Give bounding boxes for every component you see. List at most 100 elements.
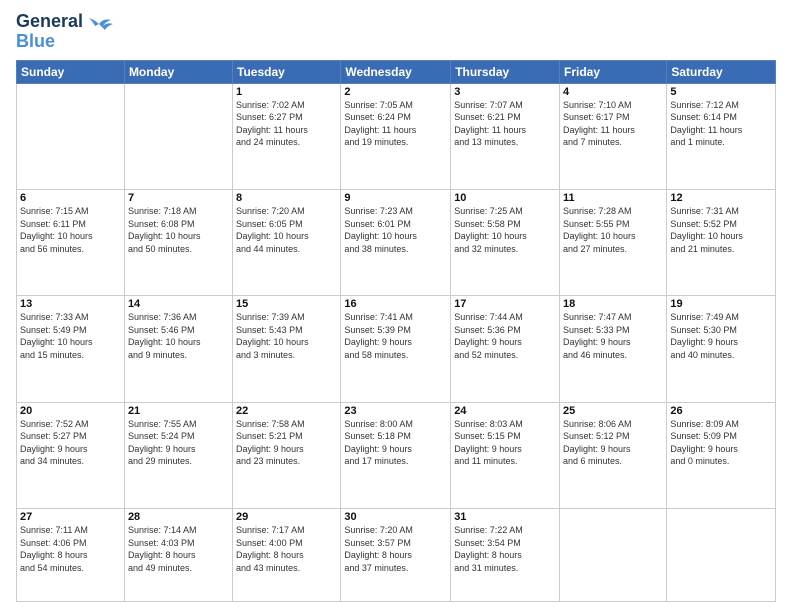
calendar-cell: 2Sunrise: 7:05 AM Sunset: 6:24 PM Daylig… bbox=[341, 83, 451, 189]
calendar-cell: 21Sunrise: 7:55 AM Sunset: 5:24 PM Dayli… bbox=[124, 402, 232, 508]
weekday-header: Thursday bbox=[451, 60, 560, 83]
calendar-cell: 4Sunrise: 7:10 AM Sunset: 6:17 PM Daylig… bbox=[560, 83, 667, 189]
day-number: 31 bbox=[454, 511, 556, 523]
calendar-cell: 15Sunrise: 7:39 AM Sunset: 5:43 PM Dayli… bbox=[233, 296, 341, 402]
day-number: 14 bbox=[128, 298, 229, 310]
day-info: Sunrise: 7:25 AM Sunset: 5:58 PM Dayligh… bbox=[454, 205, 556, 255]
day-info: Sunrise: 7:49 AM Sunset: 5:30 PM Dayligh… bbox=[670, 311, 772, 361]
day-info: Sunrise: 7:41 AM Sunset: 5:39 PM Dayligh… bbox=[344, 311, 447, 361]
day-number: 24 bbox=[454, 405, 556, 417]
calendar-cell: 8Sunrise: 7:20 AM Sunset: 6:05 PM Daylig… bbox=[233, 189, 341, 295]
day-info: Sunrise: 7:36 AM Sunset: 5:46 PM Dayligh… bbox=[128, 311, 229, 361]
day-number: 10 bbox=[454, 192, 556, 204]
day-number: 18 bbox=[563, 298, 663, 310]
calendar-cell: 9Sunrise: 7:23 AM Sunset: 6:01 PM Daylig… bbox=[341, 189, 451, 295]
day-info: Sunrise: 7:47 AM Sunset: 5:33 PM Dayligh… bbox=[563, 311, 663, 361]
day-number: 26 bbox=[670, 405, 772, 417]
day-info: Sunrise: 7:20 AM Sunset: 3:57 PM Dayligh… bbox=[344, 524, 447, 574]
logo: GeneralBlue bbox=[16, 12, 113, 52]
day-info: Sunrise: 7:28 AM Sunset: 5:55 PM Dayligh… bbox=[563, 205, 663, 255]
day-info: Sunrise: 8:03 AM Sunset: 5:15 PM Dayligh… bbox=[454, 418, 556, 468]
calendar-cell: 30Sunrise: 7:20 AM Sunset: 3:57 PM Dayli… bbox=[341, 508, 451, 601]
day-number: 11 bbox=[563, 192, 663, 204]
page-header: GeneralBlue bbox=[16, 12, 776, 52]
day-number: 7 bbox=[128, 192, 229, 204]
day-info: Sunrise: 7:05 AM Sunset: 6:24 PM Dayligh… bbox=[344, 99, 447, 149]
calendar-cell: 25Sunrise: 8:06 AM Sunset: 5:12 PM Dayli… bbox=[560, 402, 667, 508]
day-number: 22 bbox=[236, 405, 337, 417]
logo-text: GeneralBlue bbox=[16, 12, 83, 52]
calendar-cell: 12Sunrise: 7:31 AM Sunset: 5:52 PM Dayli… bbox=[667, 189, 776, 295]
day-info: Sunrise: 7:33 AM Sunset: 5:49 PM Dayligh… bbox=[20, 311, 121, 361]
calendar-table: SundayMondayTuesdayWednesdayThursdayFrid… bbox=[16, 60, 776, 602]
calendar-cell: 26Sunrise: 8:09 AM Sunset: 5:09 PM Dayli… bbox=[667, 402, 776, 508]
weekday-header: Monday bbox=[124, 60, 232, 83]
day-info: Sunrise: 7:52 AM Sunset: 5:27 PM Dayligh… bbox=[20, 418, 121, 468]
day-info: Sunrise: 7:12 AM Sunset: 6:14 PM Dayligh… bbox=[670, 99, 772, 149]
day-info: Sunrise: 7:17 AM Sunset: 4:00 PM Dayligh… bbox=[236, 524, 337, 574]
weekday-header: Saturday bbox=[667, 60, 776, 83]
calendar-cell bbox=[667, 508, 776, 601]
day-info: Sunrise: 7:31 AM Sunset: 5:52 PM Dayligh… bbox=[670, 205, 772, 255]
day-info: Sunrise: 7:02 AM Sunset: 6:27 PM Dayligh… bbox=[236, 99, 337, 149]
day-number: 4 bbox=[563, 86, 663, 98]
calendar-cell: 6Sunrise: 7:15 AM Sunset: 6:11 PM Daylig… bbox=[17, 189, 125, 295]
day-number: 21 bbox=[128, 405, 229, 417]
calendar-cell: 13Sunrise: 7:33 AM Sunset: 5:49 PM Dayli… bbox=[17, 296, 125, 402]
day-number: 23 bbox=[344, 405, 447, 417]
day-info: Sunrise: 7:18 AM Sunset: 6:08 PM Dayligh… bbox=[128, 205, 229, 255]
calendar-cell: 19Sunrise: 7:49 AM Sunset: 5:30 PM Dayli… bbox=[667, 296, 776, 402]
calendar-cell: 11Sunrise: 7:28 AM Sunset: 5:55 PM Dayli… bbox=[560, 189, 667, 295]
day-info: Sunrise: 7:22 AM Sunset: 3:54 PM Dayligh… bbox=[454, 524, 556, 574]
day-info: Sunrise: 7:14 AM Sunset: 4:03 PM Dayligh… bbox=[128, 524, 229, 574]
day-info: Sunrise: 7:39 AM Sunset: 5:43 PM Dayligh… bbox=[236, 311, 337, 361]
day-info: Sunrise: 8:09 AM Sunset: 5:09 PM Dayligh… bbox=[670, 418, 772, 468]
calendar-cell: 22Sunrise: 7:58 AM Sunset: 5:21 PM Dayli… bbox=[233, 402, 341, 508]
calendar-cell: 18Sunrise: 7:47 AM Sunset: 5:33 PM Dayli… bbox=[560, 296, 667, 402]
day-number: 29 bbox=[236, 511, 337, 523]
day-number: 12 bbox=[670, 192, 772, 204]
calendar-cell: 16Sunrise: 7:41 AM Sunset: 5:39 PM Dayli… bbox=[341, 296, 451, 402]
day-number: 17 bbox=[454, 298, 556, 310]
day-info: Sunrise: 7:07 AM Sunset: 6:21 PM Dayligh… bbox=[454, 99, 556, 149]
calendar-cell: 28Sunrise: 7:14 AM Sunset: 4:03 PM Dayli… bbox=[124, 508, 232, 601]
day-number: 5 bbox=[670, 86, 772, 98]
day-number: 8 bbox=[236, 192, 337, 204]
calendar-cell: 27Sunrise: 7:11 AM Sunset: 4:06 PM Dayli… bbox=[17, 508, 125, 601]
day-number: 16 bbox=[344, 298, 447, 310]
day-info: Sunrise: 8:00 AM Sunset: 5:18 PM Dayligh… bbox=[344, 418, 447, 468]
day-number: 6 bbox=[20, 192, 121, 204]
day-number: 13 bbox=[20, 298, 121, 310]
calendar-cell: 31Sunrise: 7:22 AM Sunset: 3:54 PM Dayli… bbox=[451, 508, 560, 601]
day-number: 28 bbox=[128, 511, 229, 523]
weekday-header: Friday bbox=[560, 60, 667, 83]
day-number: 1 bbox=[236, 86, 337, 98]
calendar-cell: 10Sunrise: 7:25 AM Sunset: 5:58 PM Dayli… bbox=[451, 189, 560, 295]
day-info: Sunrise: 7:10 AM Sunset: 6:17 PM Dayligh… bbox=[563, 99, 663, 149]
day-info: Sunrise: 8:06 AM Sunset: 5:12 PM Dayligh… bbox=[563, 418, 663, 468]
calendar-cell bbox=[124, 83, 232, 189]
day-info: Sunrise: 7:55 AM Sunset: 5:24 PM Dayligh… bbox=[128, 418, 229, 468]
calendar-cell: 7Sunrise: 7:18 AM Sunset: 6:08 PM Daylig… bbox=[124, 189, 232, 295]
day-info: Sunrise: 7:58 AM Sunset: 5:21 PM Dayligh… bbox=[236, 418, 337, 468]
calendar-cell: 20Sunrise: 7:52 AM Sunset: 5:27 PM Dayli… bbox=[17, 402, 125, 508]
weekday-header: Sunday bbox=[17, 60, 125, 83]
day-number: 19 bbox=[670, 298, 772, 310]
weekday-header: Wednesday bbox=[341, 60, 451, 83]
calendar-cell: 3Sunrise: 7:07 AM Sunset: 6:21 PM Daylig… bbox=[451, 83, 560, 189]
calendar-cell bbox=[17, 83, 125, 189]
day-info: Sunrise: 7:44 AM Sunset: 5:36 PM Dayligh… bbox=[454, 311, 556, 361]
day-number: 15 bbox=[236, 298, 337, 310]
day-number: 27 bbox=[20, 511, 121, 523]
calendar-cell: 5Sunrise: 7:12 AM Sunset: 6:14 PM Daylig… bbox=[667, 83, 776, 189]
day-number: 3 bbox=[454, 86, 556, 98]
weekday-header: Tuesday bbox=[233, 60, 341, 83]
day-info: Sunrise: 7:23 AM Sunset: 6:01 PM Dayligh… bbox=[344, 205, 447, 255]
calendar-cell: 14Sunrise: 7:36 AM Sunset: 5:46 PM Dayli… bbox=[124, 296, 232, 402]
day-number: 2 bbox=[344, 86, 447, 98]
calendar-cell bbox=[560, 508, 667, 601]
calendar-cell: 24Sunrise: 8:03 AM Sunset: 5:15 PM Dayli… bbox=[451, 402, 560, 508]
day-info: Sunrise: 7:15 AM Sunset: 6:11 PM Dayligh… bbox=[20, 205, 121, 255]
logo-bird-icon bbox=[85, 16, 113, 38]
day-number: 9 bbox=[344, 192, 447, 204]
